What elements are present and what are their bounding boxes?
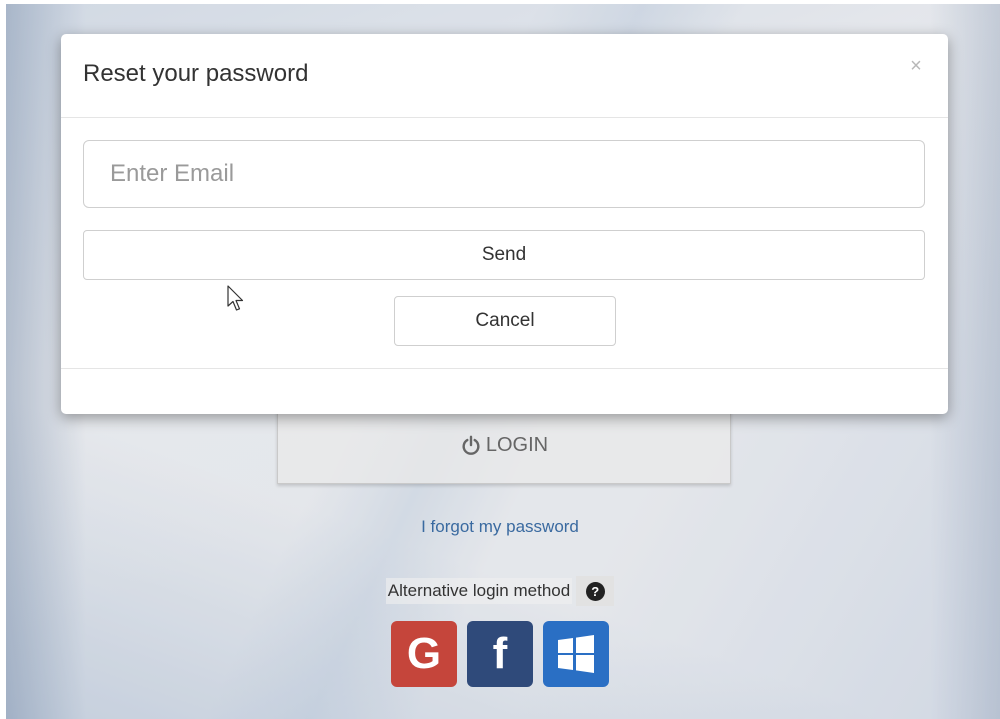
forgot-password-link[interactable]: I forgot my password <box>0 517 1000 537</box>
forgot-password-text: I forgot my password <box>421 517 579 536</box>
reset-password-modal: Reset your password × Send Cancel <box>61 34 948 414</box>
alternative-login-row: Alternative login method ? <box>0 576 1000 606</box>
google-icon: G <box>406 629 442 678</box>
modal-header: Reset your password × <box>61 34 948 118</box>
email-input[interactable] <box>83 140 925 208</box>
close-button[interactable]: × <box>906 56 926 76</box>
login-button-label: LOGIN <box>485 434 549 456</box>
screen: LOGIN I forgot my password Alternative l… <box>0 0 1000 719</box>
facebook-login-button[interactable]: f <box>467 621 533 687</box>
facebook-icon: f <box>492 629 508 678</box>
help-icon-glyph: ? <box>585 581 605 601</box>
google-login-button[interactable]: G <box>391 621 457 687</box>
cancel-button[interactable]: Cancel <box>394 296 616 346</box>
modal-footer-divider <box>61 368 948 369</box>
windows-icon <box>558 635 594 673</box>
modal-title: Reset your password <box>83 60 309 87</box>
close-icon: × <box>910 55 922 77</box>
send-button[interactable]: Send <box>83 230 925 280</box>
social-login-row: G f <box>0 621 1000 687</box>
question-circle-icon[interactable]: ? <box>576 576 615 606</box>
power-icon <box>462 435 480 455</box>
alternative-login-label: Alternative login method <box>385 578 573 604</box>
windows-login-button[interactable] <box>543 621 609 687</box>
